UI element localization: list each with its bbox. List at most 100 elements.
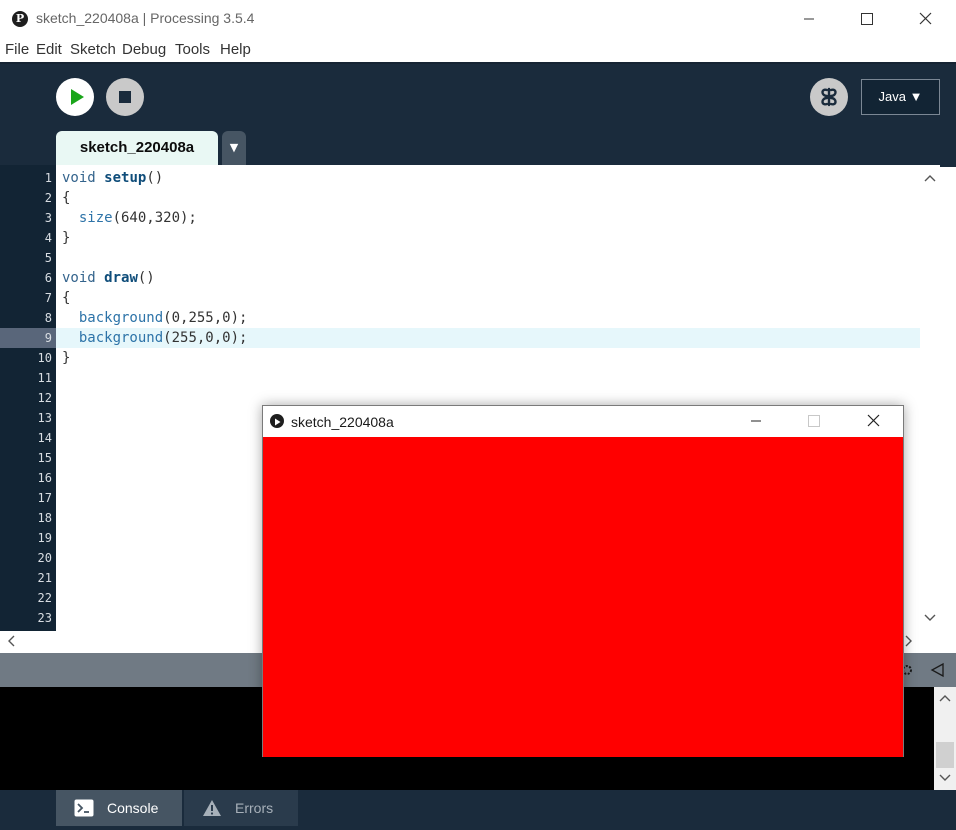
line-number: 10 [37,351,52,365]
code-token: draw [104,270,138,286]
code-token: (255,0,0); [163,330,248,346]
close-icon [867,414,880,427]
run-button[interactable] [56,78,94,116]
maximize-icon [861,13,873,25]
code-token: { [62,190,71,206]
line-number: 13 [37,411,52,425]
tab-menu-button[interactable]: ▼ [222,131,246,165]
menu-bar: File Edit Sketch Debug Tools Help [0,40,956,62]
sketch-window-title-bar[interactable]: sketch_220408a [263,406,903,437]
chevron-down-icon[interactable] [924,613,936,623]
code-line[interactable]: } [62,348,70,368]
code-token: } [62,350,71,366]
line-number: 19 [37,531,52,545]
code-line[interactable]: void setup() [62,168,163,188]
butterfly-debug-icon [821,87,837,107]
menu-tools[interactable]: Tools [175,41,210,58]
menu-help[interactable]: Help [220,41,251,58]
tab-console[interactable]: Console [56,790,182,826]
menu-edit[interactable]: Edit [36,41,62,58]
tab-console-label: Console [107,800,159,816]
terminal-icon [74,799,94,817]
line-number: 5 [44,251,52,265]
maximize-icon [808,415,820,427]
processing-play-icon [270,414,284,428]
sketch-maximize-button [785,406,843,437]
code-token: { [62,290,71,306]
menu-sketch[interactable]: Sketch [70,41,116,58]
sketch-canvas[interactable] [263,437,903,757]
triangle-down-icon: ▼ [229,141,239,154]
code-token: background [78,330,164,346]
minimize-button[interactable] [780,4,838,36]
processing-logo-icon: P [12,11,28,27]
code-token: () [137,270,155,286]
console-scroll-thumb[interactable] [936,742,954,768]
line-number: 7 [44,291,52,305]
code-token: (640,320); [112,210,197,226]
console-scrollbar[interactable] [934,687,956,790]
line-number: 3 [44,211,52,225]
sketch-output-window[interactable]: sketch_220408a [262,405,904,757]
maximize-button[interactable] [838,4,896,36]
line-number: 22 [37,591,52,605]
chevron-right-icon[interactable] [904,635,914,647]
line-number: 1 [44,171,52,185]
line-number: 18 [37,511,52,525]
triangle-left-icon [930,662,944,678]
code-line[interactable]: background(0,255,0); [62,308,248,328]
code-line[interactable]: } [62,228,70,248]
code-token: void [62,270,105,286]
editor-vertical-scrollbar[interactable] [920,165,940,631]
mode-selector[interactable]: Java ▼ [861,79,940,115]
menu-file[interactable]: File [5,41,29,58]
code-line[interactable]: background(255,0,0); [62,328,248,348]
code-line[interactable]: size(640,320); [62,208,197,228]
line-number: 16 [37,471,52,485]
line-number: 6 [44,271,52,285]
minimize-icon [804,18,814,20]
chevron-left-icon[interactable] [6,635,16,647]
debug-button[interactable] [810,78,848,116]
line-number: 20 [37,551,52,565]
code-line[interactable]: { [62,188,70,208]
code-line[interactable]: void draw() [62,268,155,288]
code-token: setup [104,170,147,186]
line-number: 14 [37,431,52,445]
line-number: 15 [37,451,52,465]
menu-debug[interactable]: Debug [122,41,166,58]
minimize-icon [751,420,761,422]
code-token: () [146,170,164,186]
tab-errors[interactable]: Errors [184,790,298,826]
close-icon [919,12,932,25]
tab-errors-label: Errors [235,800,274,816]
chevron-up-icon[interactable] [939,693,951,703]
sketch-close-button[interactable] [843,406,903,437]
code-line[interactable]: { [62,288,70,308]
stop-button[interactable] [106,78,144,116]
tab-sketch[interactable]: sketch_220408a [56,131,218,165]
line-number: 12 [37,391,52,405]
code-token: background [78,310,164,326]
line-number: 21 [37,571,52,585]
sketch-window-title: sketch_220408a [291,414,394,430]
code-token: (0,255,0); [163,310,248,326]
line-number: 2 [44,191,52,205]
code-token: void [62,170,105,186]
stop-icon [119,91,131,103]
close-button[interactable] [896,4,954,36]
chevron-up-icon[interactable] [924,173,936,183]
warning-icon [203,800,221,816]
play-icon [71,89,84,105]
sketch-minimize-button[interactable] [727,406,785,437]
code-token: } [62,230,71,246]
line-number: 4 [44,231,52,245]
line-number: 9 [44,331,52,345]
console-toggle-button[interactable] [928,660,948,680]
window-title: sketch_220408a | Processing 3.5.4 [36,10,255,26]
chevron-down-icon[interactable] [939,773,951,783]
line-number: 11 [37,371,52,385]
line-number: 17 [37,491,52,505]
